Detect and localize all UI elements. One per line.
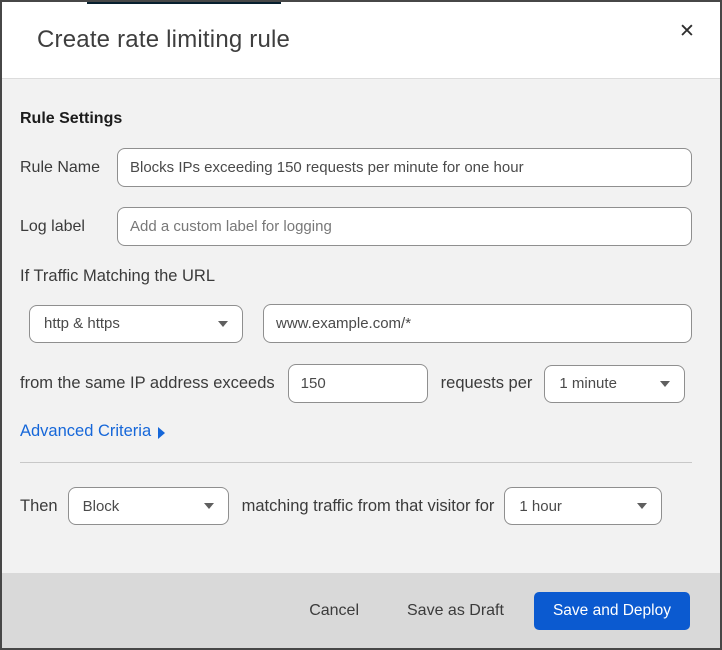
period-dropdown[interactable]: 1 minute (544, 364, 686, 403)
action-dropdown-value: Block (82, 497, 120, 515)
chevron-down-icon (203, 503, 214, 509)
action-prefix-text: Then (20, 496, 58, 515)
dialog-footer: Cancel Save as Draft Save and Deploy (2, 573, 720, 648)
advanced-criteria-link[interactable]: Advanced Criteria (20, 422, 166, 441)
chevron-down-icon (637, 503, 648, 509)
close-icon[interactable]: ✕ (674, 18, 700, 44)
advanced-criteria-label: Advanced Criteria (20, 422, 152, 440)
traffic-match-heading: If Traffic Matching the URL (20, 267, 216, 285)
rule-name-row: Rule Name (20, 148, 692, 187)
log-label-label: Log label (20, 217, 85, 235)
duration-dropdown-value: 1 hour (519, 497, 562, 515)
threshold-middle-text: requests per (440, 374, 533, 392)
scheme-dropdown-value: http & https (44, 315, 120, 332)
action-middle-text: matching traffic from that visitor for (241, 496, 495, 515)
dialog-header: Create rate limiting rule ✕ (2, 2, 720, 79)
rule-name-input[interactable] (117, 148, 692, 187)
save-and-deploy-button[interactable]: Save and Deploy (533, 591, 690, 630)
dialog-body: Rule Settings Rule Name Log label If Tra… (2, 79, 720, 573)
section-divider (20, 462, 692, 463)
cancel-button[interactable]: Cancel (305, 596, 363, 626)
request-count-input[interactable] (287, 364, 428, 403)
duration-dropdown[interactable]: 1 hour (504, 487, 663, 525)
log-label-input[interactable] (117, 207, 692, 246)
action-dropdown[interactable]: Block (67, 487, 229, 525)
threshold-prefix-text: from the same IP address exceeds (20, 374, 275, 392)
chevron-down-icon (660, 380, 671, 387)
url-pattern-input[interactable] (263, 304, 692, 343)
top-accent-bar (87, 2, 281, 4)
threshold-row: from the same IP address exceeds request… (20, 364, 692, 403)
save-as-draft-button[interactable]: Save as Draft (403, 596, 508, 626)
dialog-title: Create rate limiting rule (37, 26, 291, 53)
log-label-row: Log label (20, 207, 692, 246)
arrow-right-icon (158, 426, 166, 439)
chevron-down-icon (218, 320, 229, 327)
traffic-match-row: http & https (20, 304, 692, 343)
section-heading-rule-settings: Rule Settings (20, 110, 123, 127)
scheme-dropdown[interactable]: http & https (29, 304, 244, 343)
period-dropdown-value: 1 minute (559, 375, 617, 392)
rule-name-label: Rule Name (20, 158, 101, 176)
action-row: Then Block matching traffic from that vi… (20, 487, 692, 525)
create-rate-limiting-rule-dialog: Create rate limiting rule ✕ Rule Setting… (0, 0, 722, 650)
